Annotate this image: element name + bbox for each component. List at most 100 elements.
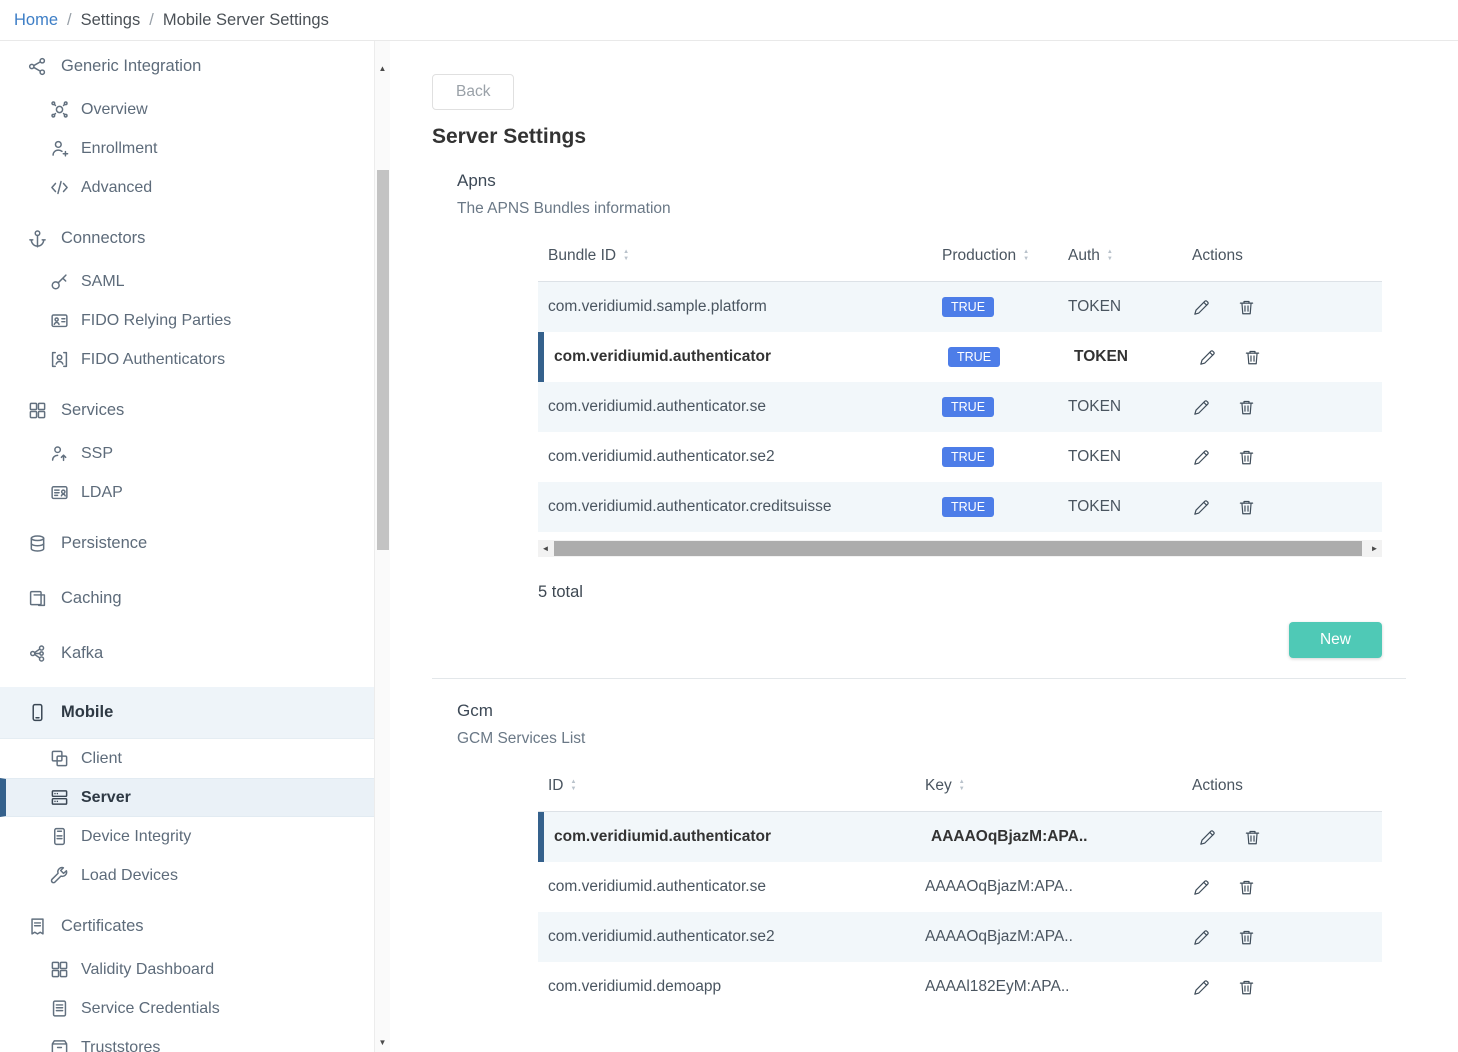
sort-arrows-icon: ▲▼ bbox=[623, 249, 629, 262]
sidebar-item-kafka[interactable]: Kafka bbox=[0, 630, 374, 677]
trash-icon[interactable] bbox=[1237, 298, 1256, 317]
service-id-cell: com.veridiumid.authenticator.se2 bbox=[538, 928, 915, 946]
apns-table-row[interactable]: com.veridiumid.authenticator.se2 TRUE TOKE… bbox=[538, 432, 1382, 482]
column-header-key[interactable]: Key▲▼ bbox=[915, 777, 1182, 795]
sidebar-item-ssp[interactable]: SSP bbox=[0, 434, 374, 473]
apns-table-row[interactable]: com.veridiumid.authenticator.creditsuiss… bbox=[538, 482, 1382, 532]
sidebar-item-label: Truststores bbox=[81, 1039, 160, 1052]
sidebar-item-server[interactable]: Server bbox=[0, 778, 374, 817]
auth-cell: TOKEN bbox=[1058, 448, 1182, 466]
pencil-icon[interactable] bbox=[1192, 398, 1211, 417]
trash-icon[interactable] bbox=[1243, 828, 1262, 847]
breadcrumb: Home/Settings/Mobile Server Settings bbox=[0, 0, 1458, 41]
pencil-icon[interactable] bbox=[1198, 828, 1217, 847]
copy-icon bbox=[28, 589, 47, 608]
sidebar-item-ldap[interactable]: LDAP bbox=[0, 473, 374, 512]
trash-icon[interactable] bbox=[1243, 348, 1262, 367]
device-check-icon bbox=[50, 827, 69, 846]
scroll-left-icon[interactable]: ◄ bbox=[538, 540, 553, 557]
main-content: Back Server Settings Apns The APNS Bundl… bbox=[390, 41, 1458, 1052]
breadcrumb-item-settings[interactable]: Settings bbox=[81, 11, 141, 30]
production-badge: TRUE bbox=[942, 447, 994, 468]
sidebar-item-connectors[interactable]: Connectors bbox=[0, 215, 374, 262]
apns-scrollbar-thumb[interactable] bbox=[554, 541, 1362, 556]
trash-icon[interactable] bbox=[1237, 978, 1256, 997]
sidebar-item-advanced[interactable]: Advanced bbox=[0, 168, 374, 207]
scroll-right-icon[interactable]: ► bbox=[1367, 540, 1382, 557]
bundle-id-cell: com.veridiumid.authenticator.se2 bbox=[538, 448, 932, 466]
pencil-icon[interactable] bbox=[1192, 928, 1211, 947]
scroll-down-icon[interactable]: ▼ bbox=[375, 1035, 390, 1050]
sidebar-item-label: Enrollment bbox=[81, 140, 157, 158]
column-header-production[interactable]: Production▲▼ bbox=[932, 247, 1058, 265]
column-header-actions: Actions bbox=[1182, 777, 1382, 795]
pencil-icon[interactable] bbox=[1192, 498, 1211, 517]
sidebar-item-label: LDAP bbox=[81, 484, 123, 502]
sidebar-item-generic-integration[interactable]: Generic Integration bbox=[0, 43, 374, 90]
certificate-icon bbox=[28, 917, 47, 936]
actions-cell bbox=[1182, 878, 1382, 897]
sidebar-item-services[interactable]: Services bbox=[0, 387, 374, 434]
gcm-table-header: ID▲▼Key▲▼Actions bbox=[538, 760, 1382, 812]
column-header-actions: Actions bbox=[1182, 247, 1382, 265]
apns-horizontal-scrollbar[interactable]: ◄ ► bbox=[538, 540, 1382, 557]
apns-table: Bundle ID▲▼Production▲▼Auth▲▼Actions com… bbox=[538, 230, 1382, 658]
actions-cell bbox=[1182, 448, 1382, 467]
sidebar-scrollbar[interactable]: ▲ ▼ bbox=[374, 41, 390, 1052]
sidebar-item-validity-dashboard[interactable]: Validity Dashboard bbox=[0, 950, 374, 989]
column-header-bundle-id[interactable]: Bundle ID▲▼ bbox=[538, 247, 932, 265]
column-header-label: Production bbox=[942, 247, 1016, 265]
sidebar-item-fido-authenticators[interactable]: FIDO Authenticators bbox=[0, 340, 374, 379]
pencil-icon[interactable] bbox=[1192, 298, 1211, 317]
sidebar-item-overview[interactable]: Overview bbox=[0, 90, 374, 129]
sidebar-item-label: Service Credentials bbox=[81, 1000, 220, 1018]
sidebar-item-caching[interactable]: Caching bbox=[0, 575, 374, 622]
apns-table-row[interactable]: com.veridiumid.sample.platformTRUETOKEN bbox=[538, 282, 1382, 332]
sidebar-item-fido-relying-parties[interactable]: FIDO Relying Parties bbox=[0, 301, 374, 340]
gcm-section: Gcm GCM Services List ID▲▼Key▲▼Actions c… bbox=[457, 701, 1406, 1012]
gcm-table-row[interactable]: com.veridiumid.authenticator.seAAAAOqBja… bbox=[538, 862, 1382, 912]
production-cell: TRUE bbox=[938, 347, 1064, 368]
sidebar-item-enrollment[interactable]: Enrollment bbox=[0, 129, 374, 168]
trash-icon[interactable] bbox=[1237, 448, 1256, 467]
bundle-id-cell: com.veridiumid.authenticator bbox=[544, 348, 938, 366]
column-header-auth[interactable]: Auth▲▼ bbox=[1058, 247, 1182, 265]
sidebar-item-label: SAML bbox=[81, 273, 125, 291]
gcm-table-row[interactable]: com.veridiumid.authenticatorAAAAOqBjazM:… bbox=[538, 812, 1382, 862]
column-header-id[interactable]: ID▲▼ bbox=[538, 777, 915, 795]
back-button[interactable]: Back bbox=[432, 74, 514, 110]
scroll-up-icon[interactable]: ▲ bbox=[375, 61, 390, 76]
gcm-table-row[interactable]: com.veridiumid.authenticator.se2AAAAOqBj… bbox=[538, 912, 1382, 962]
production-badge: TRUE bbox=[942, 497, 994, 518]
trash-icon[interactable] bbox=[1237, 928, 1256, 947]
dashboard-icon bbox=[50, 960, 69, 979]
production-cell: TRUE bbox=[932, 297, 1058, 318]
breadcrumb-item-home[interactable]: Home bbox=[14, 11, 58, 30]
pencil-icon[interactable] bbox=[1192, 978, 1211, 997]
apns-table-row[interactable]: com.veridiumid.authenticatorTRUETOKEN bbox=[538, 332, 1382, 382]
gcm-table-row[interactable]: com.veridiumid.demoappAAAAl182EyM:APA.. bbox=[538, 962, 1382, 1012]
sidebar-item-load-devices[interactable]: Load Devices bbox=[0, 856, 374, 895]
pencil-icon[interactable] bbox=[1192, 878, 1211, 897]
trash-icon[interactable] bbox=[1237, 878, 1256, 897]
sidebar-item-truststores[interactable]: Truststores bbox=[0, 1028, 374, 1052]
sidebar-item-client[interactable]: Client bbox=[0, 739, 374, 778]
pencil-icon[interactable] bbox=[1192, 448, 1211, 467]
sidebar-item-device-integrity[interactable]: Device Integrity bbox=[0, 817, 374, 856]
sidebar-item-label: Kafka bbox=[61, 644, 103, 663]
connector-icon bbox=[28, 229, 47, 248]
sidebar-item-persistence[interactable]: Persistence bbox=[0, 520, 374, 567]
pencil-icon[interactable] bbox=[1198, 348, 1217, 367]
sidebar-item-mobile[interactable]: Mobile bbox=[0, 687, 374, 739]
person-brackets-icon bbox=[50, 350, 69, 369]
trash-icon[interactable] bbox=[1237, 398, 1256, 417]
sidebar-item-certificates[interactable]: Certificates bbox=[0, 903, 374, 950]
sidebar-scrollbar-thumb[interactable] bbox=[377, 170, 389, 550]
sidebar-item-saml[interactable]: SAML bbox=[0, 262, 374, 301]
apns-table-row[interactable]: com.veridiumid.authenticator.seTRUETOKEN bbox=[538, 382, 1382, 432]
new-button[interactable]: New bbox=[1289, 622, 1382, 658]
production-badge: TRUE bbox=[948, 347, 1000, 368]
sidebar-item-service-credentials[interactable]: Service Credentials bbox=[0, 989, 374, 1028]
trash-icon[interactable] bbox=[1237, 498, 1256, 517]
service-id-cell: com.veridiumid.authenticator bbox=[544, 828, 921, 846]
